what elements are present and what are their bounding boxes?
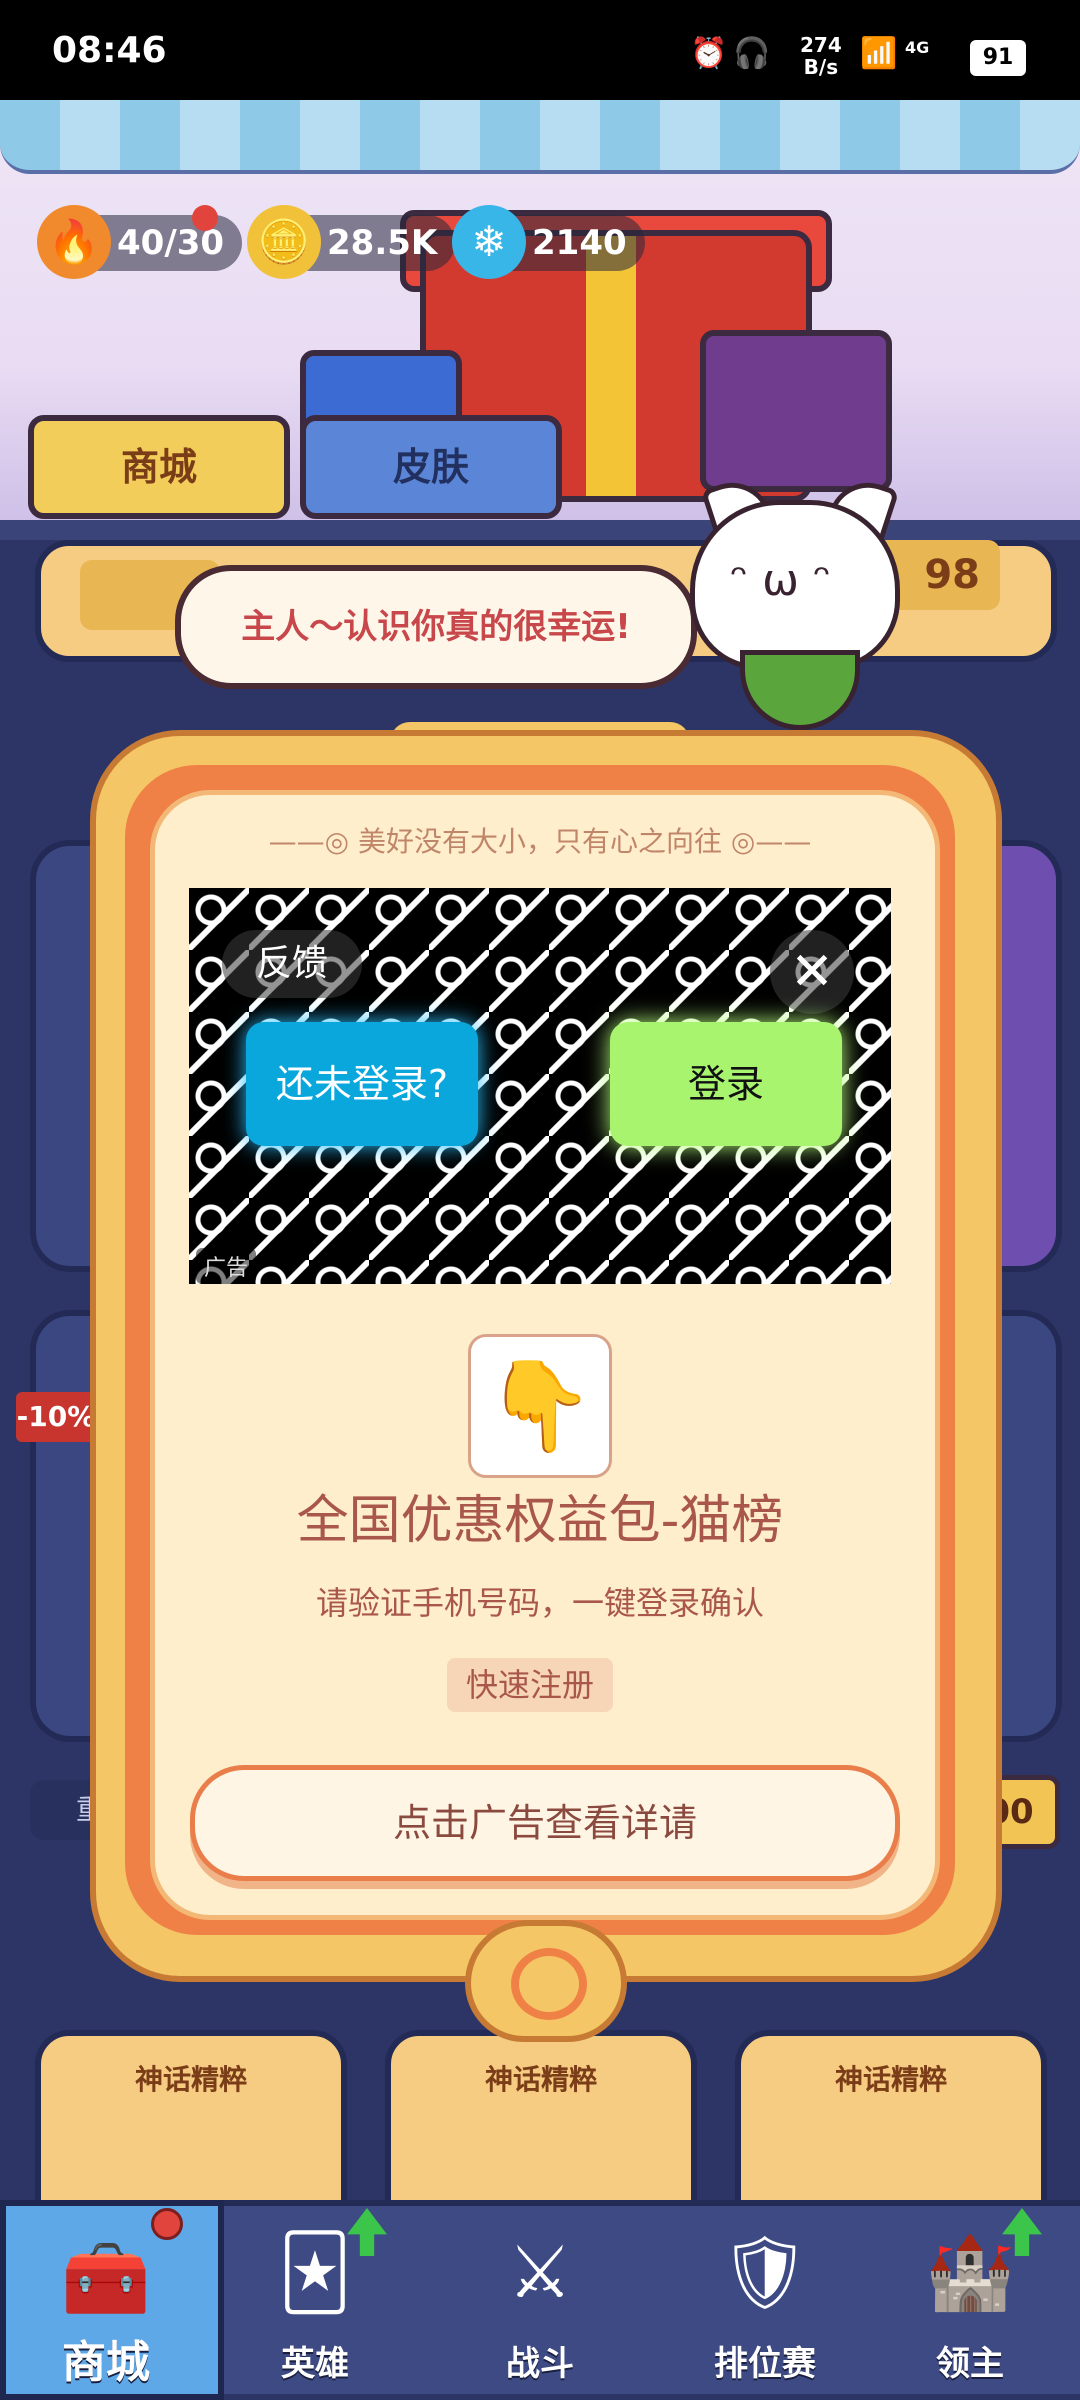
tab-skin[interactable]: 皮肤 [300,415,562,519]
app-icon[interactable]: 👇 [468,1334,612,1478]
slogan-ornament-right-icon: ◎—— [722,825,812,858]
lucky-cat-mascot: ᵔ ω ᵔ [690,472,900,730]
battery-icon: 91 [970,40,1026,76]
not-logged-in-button[interactable]: 还未登录? [246,1022,478,1146]
modal-bottom-ornament [465,1920,627,2042]
nav-shop[interactable]: 🧰 商城 [0,2200,224,2400]
cat-speech-bubble: 主人～认识你真的很幸运! [175,565,697,689]
status-time: 08:46 [52,30,167,71]
nav-heroes[interactable]: 🃏 英雄 [215,2200,415,2388]
status-bar: 08:46 ⏰🎧 274 B/s 📶 4G 91 [0,0,1080,100]
modal-slogan: ——◎ 美好没有大小，只有心之向往 ◎—— [268,825,812,858]
app-title: 全国优惠权益包-猫榜 [296,1491,784,1551]
net-speed: 274 B/s [800,33,842,79]
tab-shop[interactable]: 商城 [28,415,290,519]
hero-card-icon: 🃏 [278,2230,352,2314]
close-icon[interactable]: ✕ [770,930,854,1014]
notification-dot [192,205,218,231]
ad-feedback-button[interactable]: 反馈 [222,930,362,998]
cat-bib [740,650,860,730]
slogan-ornament-left-icon: ——◎ [268,825,358,858]
gift-box-small-illustration [700,330,892,492]
cat-face: ᵔ ω ᵔ [730,555,832,606]
awning-decoration [0,100,1080,174]
coin-counter[interactable]: 🪙 28.5K [247,205,456,279]
pointing-hand-icon: 👇 [485,1354,595,1457]
banner-divider [0,520,1080,540]
view-ad-details-button[interactable]: 点击广告查看详请 [190,1765,900,1881]
alarm-icon: ⏰ [690,36,734,71]
nav-lord[interactable]: 🏰 领主 [870,2200,1070,2388]
network-type: 4G [905,38,930,57]
quick-register-chip[interactable]: 快速注册 [447,1658,613,1712]
app-subtitle: 请验证手机号码，一键登录确认 [315,1584,764,1622]
nav-ranked[interactable]: 🛡 排位赛 [665,2200,865,2388]
discount-badge: -10% [16,1392,96,1442]
gem-counter[interactable]: ❄ 2140 [452,205,645,279]
login-button[interactable]: 登录 [610,1022,842,1146]
wifi-icon: 📶 [860,36,898,71]
flame-icon: 🔥 [37,205,111,279]
chest-icon: 🧰 [61,2235,151,2320]
status-icons: ⏰🎧 [690,36,777,71]
nav-battle[interactable]: ⚔ 战斗 [440,2200,640,2388]
gem-icon: ❄ [452,205,526,279]
castle-banner-icon: 🏰 [925,2229,1015,2314]
headphones-icon: 🎧 [733,36,777,71]
ad-label: 广告 [196,1248,257,1284]
crossed-swords-icon: ⚔ [507,2230,573,2314]
notification-dot [151,2208,183,2240]
rank-shield-icon: 🛡 [719,2229,811,2314]
coin-icon: 🪙 [247,205,321,279]
